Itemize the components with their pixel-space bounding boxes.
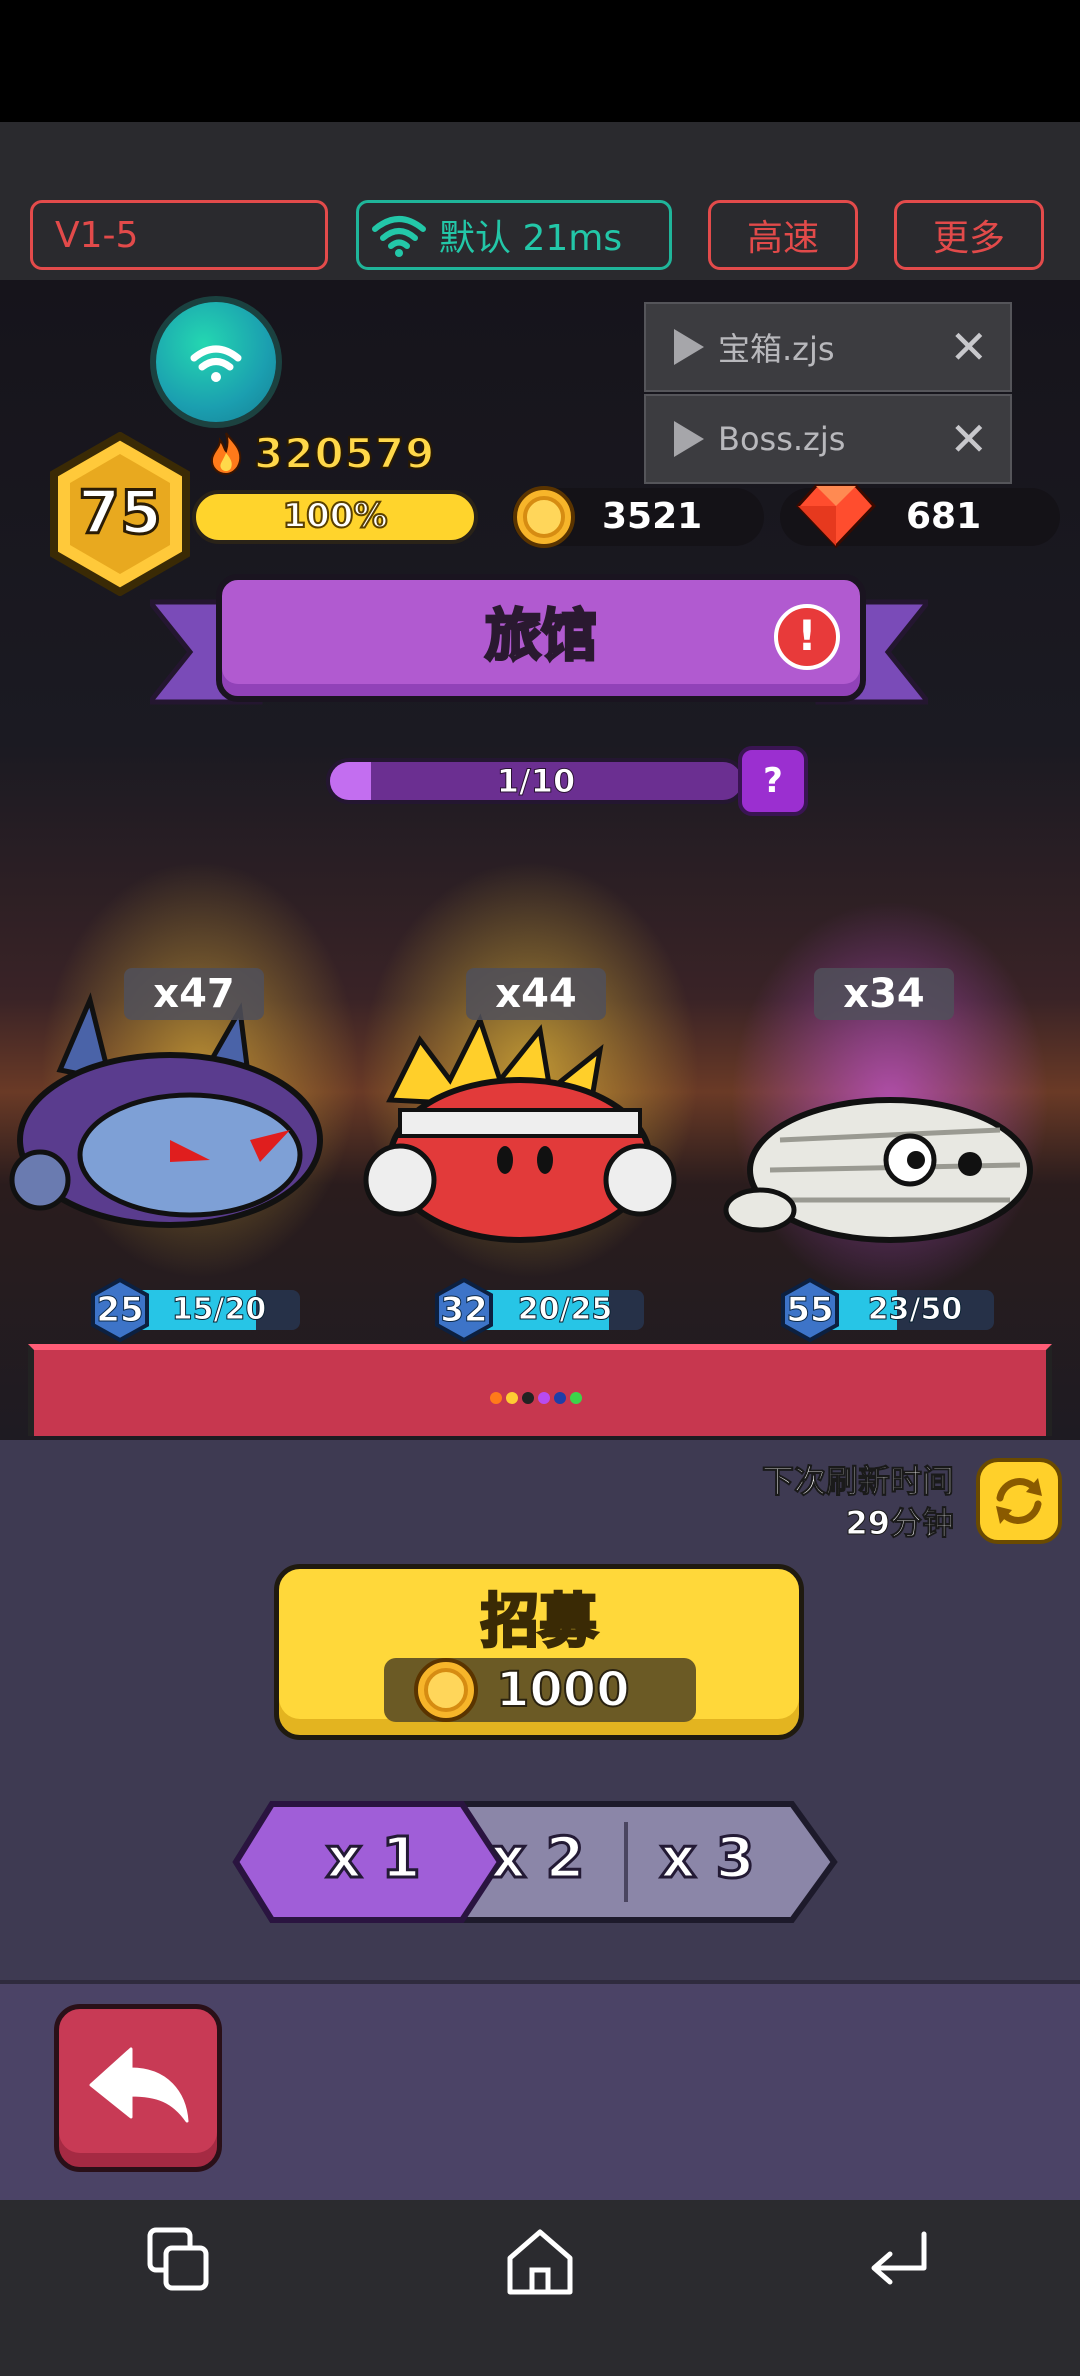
more-button[interactable]: 更多 [894,200,1044,270]
home-icon[interactable] [500,2222,580,2302]
recruit-label: 招募 [479,1586,598,1657]
macro-toolbar: V1-5 默认 21ms 高速 更多 [0,122,1080,280]
network-button[interactable]: 默认 21ms [356,200,672,270]
nav-back-icon[interactable] [860,2222,940,2302]
coin-icon [414,1658,478,1722]
xp-label: 100% [281,495,388,537]
floating-wifi-button[interactable] [156,302,276,422]
hero-count: x44 [466,968,606,1020]
hero-level: 25 [96,1290,144,1331]
fire-icon [210,432,242,475]
page-dot [522,1392,534,1404]
hero-count: x34 [814,968,954,1020]
wifi-icon [372,216,426,257]
speed-button[interactable]: 高速 [708,200,858,270]
back-button[interactable] [54,2004,222,2172]
close-icon[interactable]: ✕ [949,320,988,374]
hero-shelf [28,1344,1052,1436]
play-icon[interactable] [674,421,704,457]
multiplier-x1[interactable]: x 1 [325,1825,423,1893]
coin-value: 3521 [602,496,703,537]
gem-value: 681 [906,496,982,537]
close-icon[interactable]: ✕ [949,412,988,466]
multiplier-x2[interactable]: x 2 [489,1825,587,1893]
hero-shard-label: 20/25 [517,1292,613,1328]
inn-progress-label: 1/10 [496,762,576,801]
alert-icon[interactable]: ! [774,604,840,670]
page-dot [490,1392,502,1404]
hero-mummy[interactable] [720,1060,1060,1260]
wifi-icon [190,345,242,382]
script-item-chest[interactable]: 宝箱.zjs ✕ [644,302,1012,392]
back-arrow-icon [89,2047,189,2123]
script-name: 宝箱.zjs [718,330,835,368]
refresh-timer-title: 下次刷新时间 [761,1462,954,1501]
refresh-timer-value: 29分钟 [845,1504,955,1543]
hero-level: 55 [786,1290,834,1331]
coin-icon [513,486,575,548]
hero-level: 32 [440,1290,488,1331]
recent-apps-icon[interactable] [140,2222,220,2302]
page-dot [570,1392,582,1404]
script-name: Boss.zjs [718,420,846,458]
recruit-cost: 1000 [495,1661,631,1719]
play-icon[interactable] [674,329,704,365]
player-level: 75 [77,477,164,550]
refresh-timer: 下次刷新时间 29分钟 [700,1460,954,1544]
help-button[interactable]: ? [738,746,808,816]
hero-red-fighter[interactable] [330,1010,710,1250]
power-value: 320579 [253,428,436,479]
page-dot [538,1392,550,1404]
hero-dark-knight[interactable] [0,990,340,1240]
refresh-button[interactable] [976,1458,1062,1544]
speed-label: 高速 [746,218,819,259]
hero-shard-label: 15/20 [171,1292,267,1328]
version-label: V1-5 [55,214,139,256]
hero-shard-label: 23/50 [867,1292,963,1328]
page-dot [554,1392,566,1404]
page-title: 旅馆 [484,603,599,671]
gem-icon [796,484,876,548]
multiplier-x3[interactable]: x 3 [659,1825,757,1893]
page-dot [506,1392,518,1404]
more-label: 更多 [932,218,1005,259]
power-display: 320579 [206,428,436,479]
hero-count: x47 [124,968,264,1020]
refresh-icon [996,1478,1042,1524]
script-item-boss[interactable]: Boss.zjs ✕ [644,394,1012,484]
version-button[interactable]: V1-5 [30,200,328,270]
network-label: 默认 21ms [439,218,623,259]
